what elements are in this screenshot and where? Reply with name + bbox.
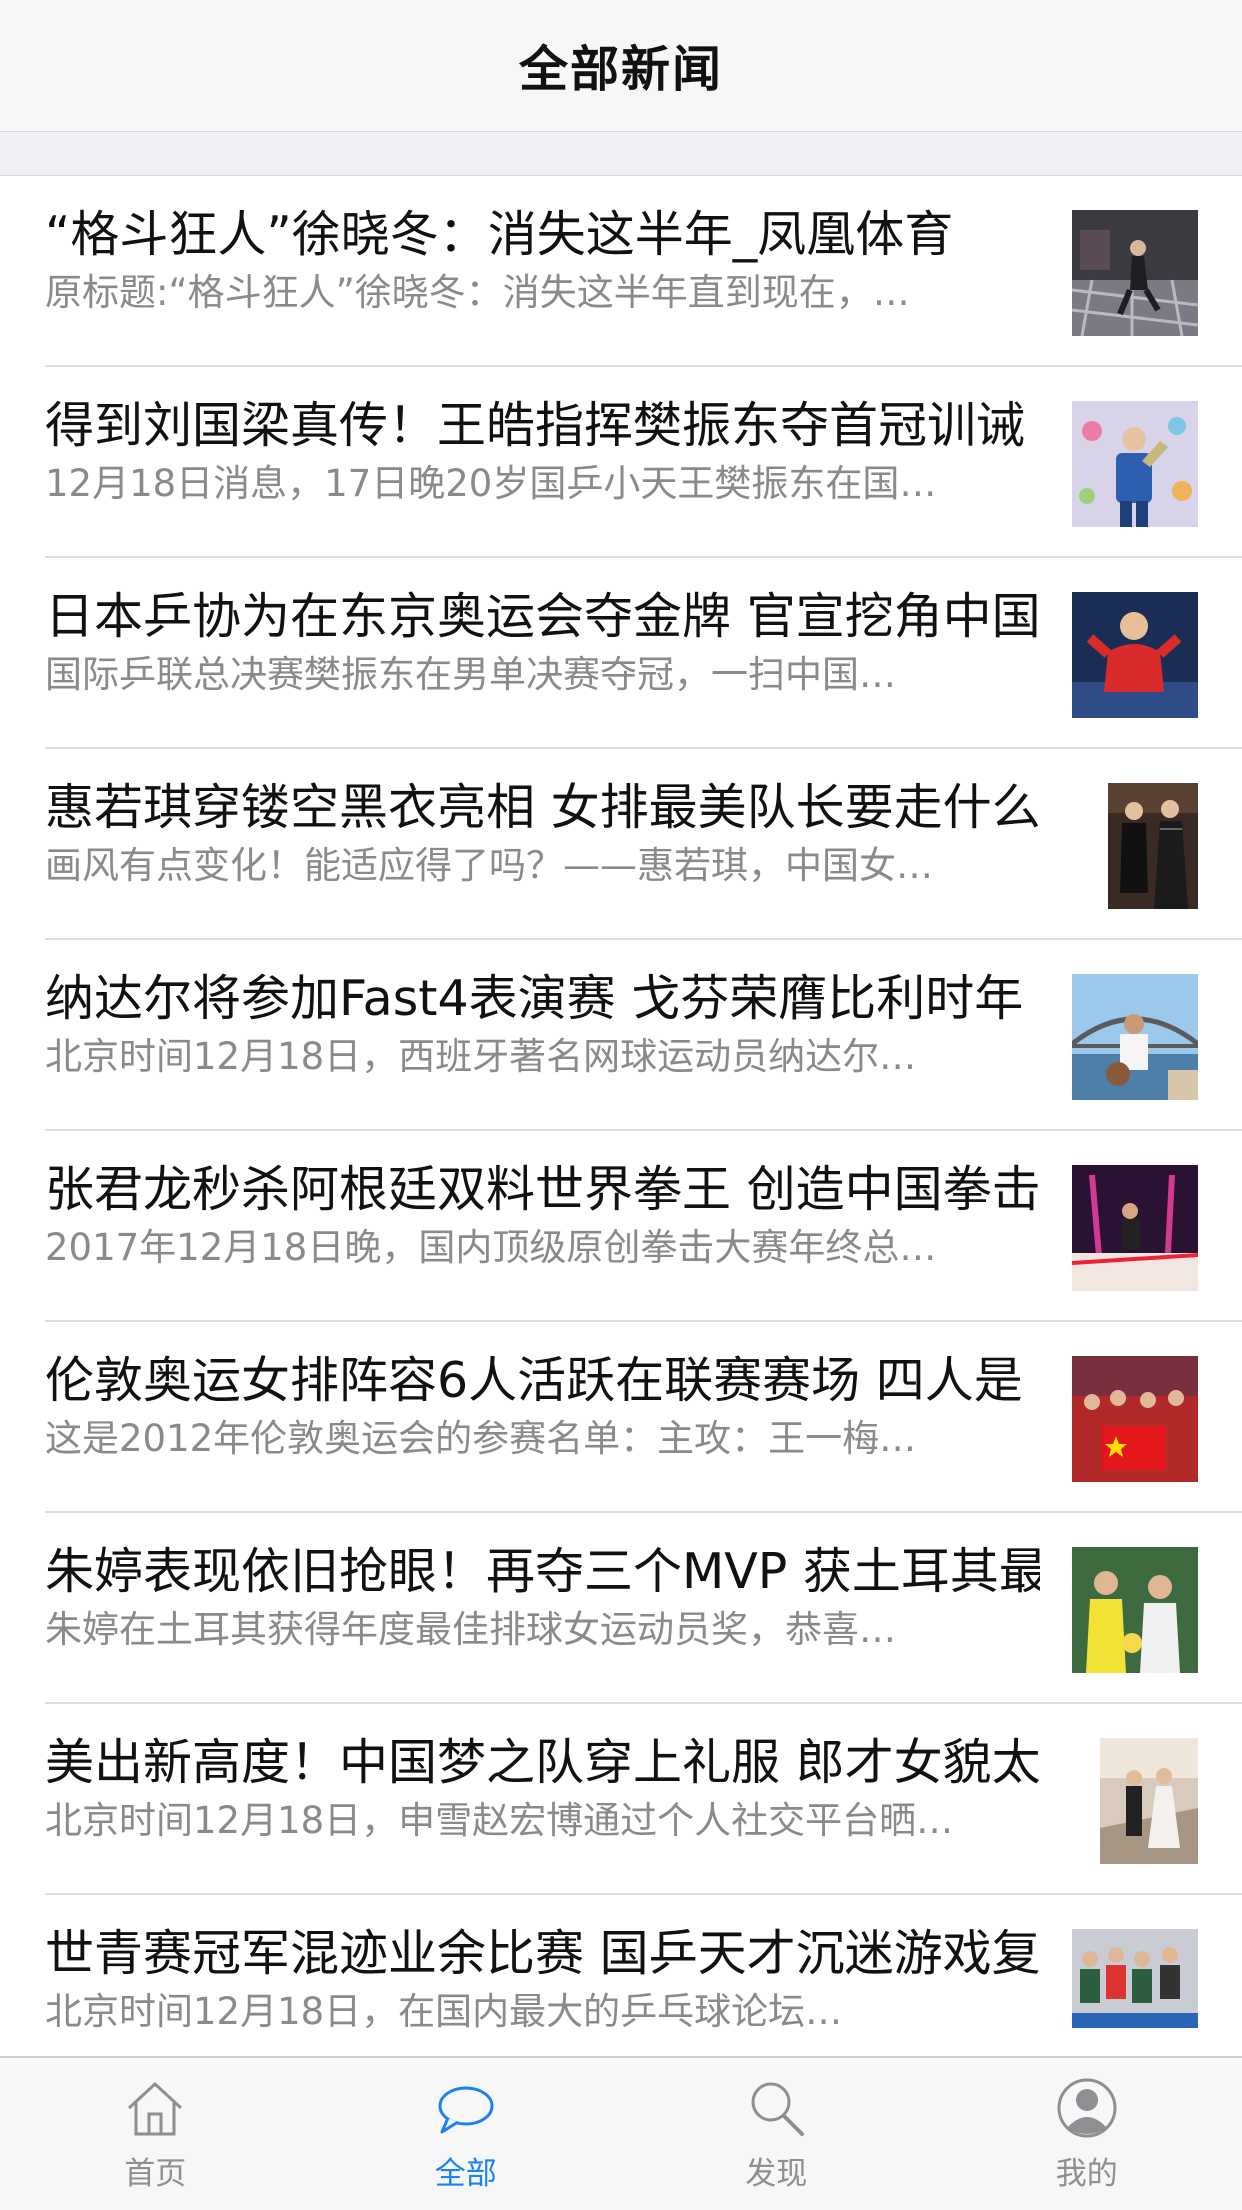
tab-label: 发现 xyxy=(745,2148,807,2193)
news-thumbnail xyxy=(1072,974,1198,1100)
news-item[interactable]: 日本乒协为在东京奥运会夺金牌 官宣挖角中国 国际乒联总决赛樊振东在男单决赛夺冠，… xyxy=(0,558,1242,749)
tab-mine[interactable]: 我的 xyxy=(932,2058,1242,2210)
news-item[interactable]: 伦敦奥运女排阵容6人活跃在联赛赛场 四人是 这是2012年伦敦奥运会的参赛名单：… xyxy=(0,1322,1242,1513)
news-thumbnail xyxy=(1072,210,1198,336)
tab-label: 首页 xyxy=(124,2148,186,2193)
news-title: 伦敦奥运女排阵容6人活跃在联赛赛场 四人是 xyxy=(45,1350,1040,1412)
news-title: 张君龙秒杀阿根廷双料世界拳王 创造中国拳击 xyxy=(45,1159,1040,1221)
news-thumbnail xyxy=(1072,401,1198,527)
news-item[interactable]: 朱婷表现依旧抢眼！再夺三个MVP 获土耳其最 朱婷在土耳其获得年度最佳排球女运动… xyxy=(0,1513,1242,1704)
news-item[interactable]: 美出新高度！中国梦之队穿上礼服 郎才女貌太 北京时间12月18日，申雪赵宏博通过… xyxy=(0,1704,1242,1895)
news-summary: 这是2012年伦敦奥运会的参赛名单：主攻：王一梅… xyxy=(45,1414,1040,1464)
list-header-spacer xyxy=(0,132,1242,176)
news-thumbnail xyxy=(1072,1547,1198,1673)
news-summary: 北京时间12月18日，申雪赵宏博通过个人社交平台晒… xyxy=(45,1796,1080,1846)
news-thumbnail xyxy=(1108,783,1198,909)
navigation-bar: 全部新闻 xyxy=(0,0,1242,132)
news-summary: 画风有点变化！能适应得了吗？——惠若琪，中国女… xyxy=(45,841,1080,891)
news-item[interactable]: 得到刘国梁真传！王皓指挥樊振东夺首冠训诫 12月18日消息，17日晚20岁国乒小… xyxy=(0,367,1242,558)
news-title: 美出新高度！中国梦之队穿上礼服 郎才女貌太 xyxy=(45,1732,1080,1794)
user-icon xyxy=(1055,2076,1119,2140)
news-title: 得到刘国梁真传！王皓指挥樊振东夺首冠训诫 xyxy=(45,395,1040,457)
tab-label: 我的 xyxy=(1056,2148,1118,2193)
news-summary: 12月18日消息，17日晚20岁国乒小天王樊振东在国… xyxy=(45,459,1040,509)
news-thumbnail xyxy=(1072,1356,1198,1482)
news-summary: 原标题:“格斗狂人”徐晓冬：消失这半年直到现在，… xyxy=(45,268,1040,318)
news-title: 纳达尔将参加Fast4表演赛 戈芬荣膺比利时年 xyxy=(45,968,1040,1030)
news-title: 日本乒协为在东京奥运会夺金牌 官宣挖角中国 xyxy=(45,586,1040,648)
news-item[interactable]: 纳达尔将参加Fast4表演赛 戈芬荣膺比利时年 北京时间12月18日，西班牙著名… xyxy=(0,940,1242,1131)
news-title: 惠若琪穿镂空黑衣亮相 女排最美队长要走什么 xyxy=(45,777,1080,839)
news-title: “格斗狂人”徐晓冬：消失这半年_凤凰体育 xyxy=(45,204,1040,266)
news-item[interactable]: 世青赛冠军混迹业余比赛 国乒天才沉迷游戏复 北京时间12月18日，在国内最大的乒… xyxy=(0,1895,1242,2028)
news-summary: 朱婷在土耳其获得年度最佳排球女运动员奖，恭喜… xyxy=(45,1605,1040,1655)
news-title: 世青赛冠军混迹业余比赛 国乒天才沉迷游戏复 xyxy=(45,1923,1040,1985)
tab-home[interactable]: 首页 xyxy=(0,2058,311,2210)
page-title: 全部新闻 xyxy=(519,30,723,101)
news-summary: 北京时间12月18日，西班牙著名网球运动员纳达尔… xyxy=(45,1032,1040,1082)
news-item[interactable]: 张君龙秒杀阿根廷双料世界拳王 创造中国拳击 2017年12月18日晚，国内顶级原… xyxy=(0,1131,1242,1322)
news-title: 朱婷表现依旧抢眼！再夺三个MVP 获土耳其最 xyxy=(45,1541,1040,1603)
news-summary: 2017年12月18日晚，国内顶级原创拳击大赛年终总… xyxy=(45,1223,1040,1273)
tab-all[interactable]: 全部 xyxy=(311,2058,622,2210)
search-icon xyxy=(744,2076,808,2140)
news-thumbnail xyxy=(1072,592,1198,718)
news-thumbnail xyxy=(1072,1929,1198,2028)
news-item[interactable]: 惠若琪穿镂空黑衣亮相 女排最美队长要走什么 画风有点变化！能适应得了吗？——惠若… xyxy=(0,749,1242,940)
news-item[interactable]: “格斗狂人”徐晓冬：消失这半年_凤凰体育 原标题:“格斗狂人”徐晓冬：消失这半年… xyxy=(0,176,1242,367)
tab-bar: 首页 全部 发现 我的 xyxy=(0,2056,1242,2210)
tab-label: 全部 xyxy=(435,2148,497,2193)
chat-bubble-icon xyxy=(434,2076,498,2140)
home-icon xyxy=(123,2076,187,2140)
news-summary: 北京时间12月18日，在国内最大的乒乓球论坛… xyxy=(45,1987,1040,2028)
news-summary: 国际乒联总决赛樊振东在男单决赛夺冠，一扫中国… xyxy=(45,650,1040,700)
news-list[interactable]: “格斗狂人”徐晓冬：消失这半年_凤凰体育 原标题:“格斗狂人”徐晓冬：消失这半年… xyxy=(0,176,1242,2028)
tab-discover[interactable]: 发现 xyxy=(621,2058,932,2210)
news-thumbnail xyxy=(1072,1165,1198,1291)
news-thumbnail xyxy=(1100,1738,1198,1864)
